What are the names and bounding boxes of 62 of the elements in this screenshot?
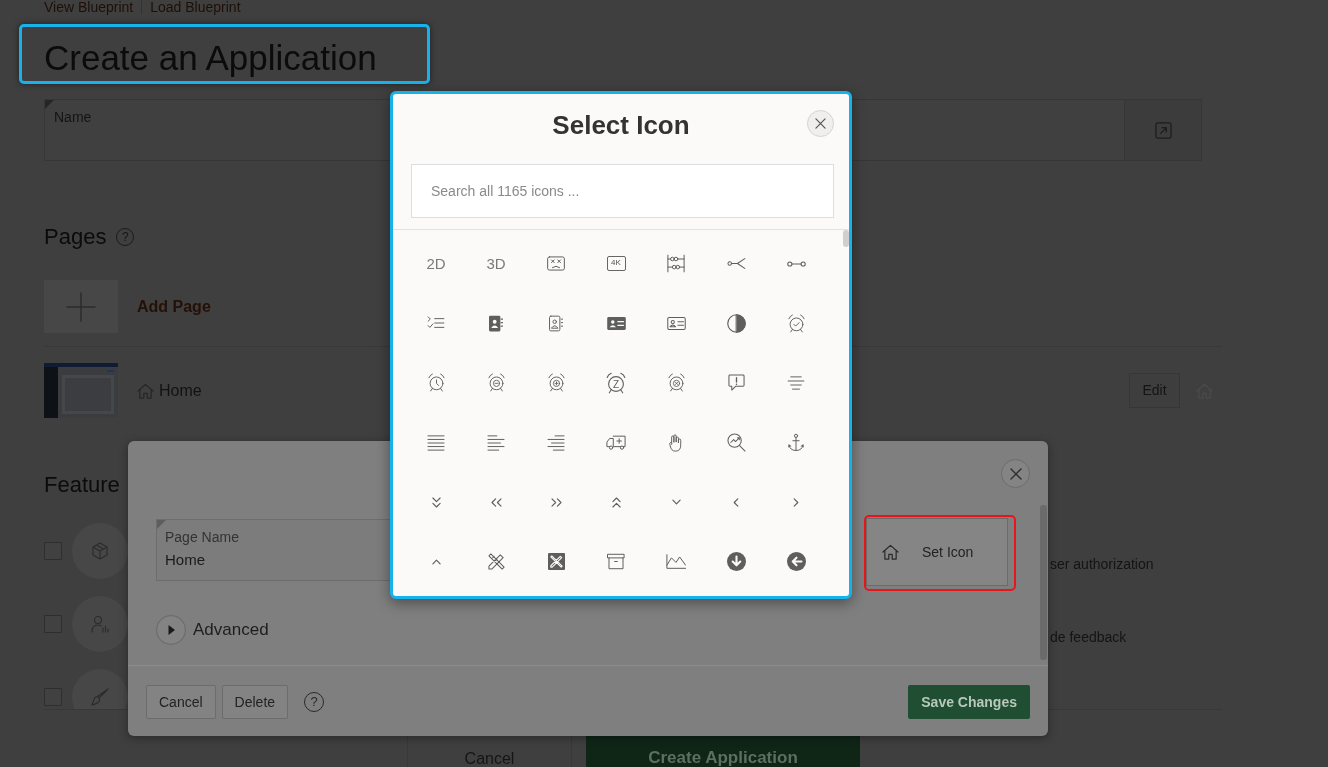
alarm-check-icon[interactable] — [786, 313, 806, 333]
pencil-ruler-icon[interactable] — [547, 553, 565, 571]
contact-book-icon[interactable] — [549, 314, 563, 332]
alarm-plus-icon[interactable] — [546, 373, 566, 393]
double-chevron-down-icon[interactable] — [431, 496, 441, 508]
pencil-ruler-icon[interactable] — [487, 553, 505, 571]
dialog-title: Select Icon — [552, 108, 690, 142]
close-icon — [815, 118, 826, 129]
home-icon — [137, 382, 154, 399]
icon-choice-label[interactable]: 3D — [486, 252, 506, 276]
save-changes-button[interactable]: Save Changes — [908, 685, 1030, 719]
alarm-clock-icon[interactable] — [426, 373, 446, 393]
contact-book-icon[interactable] — [489, 314, 503, 332]
alert-bubble-icon[interactable] — [727, 374, 745, 392]
double-chevron-left-icon[interactable] — [490, 497, 502, 507]
brush-icon — [72, 669, 128, 709]
hand-icon[interactable] — [669, 433, 683, 452]
id-card-icon[interactable] — [666, 316, 686, 330]
double-chevron-right-icon[interactable] — [550, 497, 562, 507]
icon-choice-label[interactable]: 4K — [606, 256, 626, 272]
corner-triangle-icon — [157, 520, 166, 529]
trend-search-icon[interactable] — [726, 433, 746, 453]
area-chart-icon[interactable] — [666, 554, 686, 570]
id-card-icon[interactable] — [606, 316, 626, 330]
checklist-icon[interactable] — [427, 316, 445, 331]
icon-choice-label[interactable]: 2D — [426, 252, 446, 276]
field-value: Home — [165, 551, 205, 569]
set-icon-button[interactable]: Set Icon — [866, 518, 1008, 586]
half-circle-icon[interactable] — [726, 313, 746, 333]
search-field[interactable]: Search all 1165 icons ... — [411, 164, 834, 218]
double-chevron-up-icon[interactable] — [611, 496, 621, 508]
archive-box-icon[interactable] — [607, 553, 625, 571]
scrollbar[interactable] — [1040, 505, 1047, 660]
scrollbar[interactable] — [843, 230, 849, 247]
chevron-up-icon[interactable] — [431, 558, 441, 565]
align-justify-icon[interactable] — [427, 434, 445, 451]
arrow-left-circle-icon[interactable] — [786, 552, 806, 572]
chevron-left-icon[interactable] — [733, 497, 739, 507]
arrow-square-icon — [1154, 121, 1172, 139]
cancel-button[interactable]: Cancel — [146, 685, 216, 719]
alarm-x-icon[interactable] — [666, 373, 686, 393]
anchor-icon[interactable] — [788, 433, 804, 453]
close-icon — [1009, 467, 1022, 480]
arrow-down-circle-icon[interactable] — [726, 552, 746, 572]
abacus-icon[interactable] — [667, 254, 685, 274]
corner-triangle-icon — [45, 100, 54, 109]
align-left-icon[interactable] — [487, 434, 505, 451]
close-button[interactable] — [1001, 459, 1030, 488]
connector-icon[interactable] — [786, 260, 806, 267]
dead-face-icon[interactable] — [547, 256, 565, 272]
fork-icon[interactable] — [726, 258, 746, 270]
home-icon — [882, 544, 899, 560]
alarm-minus-icon[interactable] — [486, 373, 506, 393]
field-label: Page Name — [165, 528, 239, 547]
delete-button[interactable]: Delete — [221, 685, 289, 719]
align-center-icon[interactable] — [787, 376, 805, 390]
ambulance-icon[interactable] — [606, 434, 626, 451]
align-right-icon[interactable] — [547, 434, 565, 451]
chevron-right-icon[interactable] — [793, 497, 799, 507]
advanced-toggle[interactable]: Advanced — [156, 615, 269, 645]
create-application-button[interactable]: Create Application — [586, 735, 860, 767]
chevron-down-icon[interactable] — [671, 499, 681, 506]
